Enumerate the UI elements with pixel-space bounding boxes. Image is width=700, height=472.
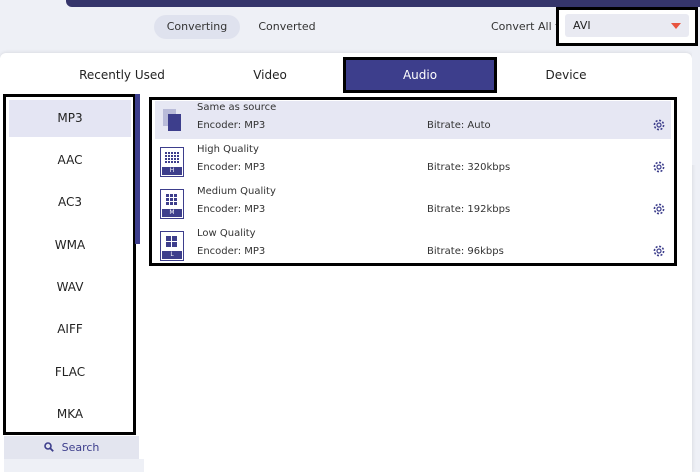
settings-gear-icon[interactable] — [652, 244, 666, 258]
preset-name: High Quality — [197, 144, 259, 155]
tab-converted[interactable]: Converted — [252, 15, 322, 39]
category-tabs: Recently Used Video Audio Device — [0, 53, 692, 93]
settings-gear-icon[interactable] — [652, 202, 666, 216]
tab-video[interactable]: Video — [214, 58, 326, 92]
quality-tag: H — [162, 167, 182, 175]
tab-recently-used[interactable]: Recently Used — [62, 58, 182, 92]
search-icon — [43, 442, 54, 452]
format-item-aiff[interactable]: AIFF — [9, 311, 131, 348]
format-item-mka[interactable]: MKA — [9, 396, 131, 433]
settings-gear-icon[interactable] — [652, 160, 666, 174]
quality-high-icon: H — [160, 147, 184, 177]
quality-tag: L — [162, 251, 182, 259]
preset-name: Low Quality — [197, 228, 256, 239]
preset-medium-quality[interactable]: M Medium Quality Encoder: MP3 Bitrate: 1… — [155, 185, 671, 223]
preset-name: Medium Quality — [197, 186, 276, 197]
search-button[interactable]: Search — [4, 436, 139, 459]
left-footer — [4, 459, 144, 472]
format-item-mp3[interactable]: MP3 — [9, 100, 131, 137]
quality-tag: M — [162, 209, 182, 217]
format-picker-panel: Recently Used Video Audio Device MP3 AAC… — [0, 53, 692, 472]
preset-high-quality[interactable]: H High Quality Encoder: MP3 Bitrate: 320… — [155, 143, 671, 181]
format-item-flac[interactable]: FLAC — [9, 354, 131, 391]
format-item-aac[interactable]: AAC — [9, 142, 131, 179]
preset-encoder: Encoder: MP3 — [197, 204, 266, 215]
audio-format-list: MP3 AAC AC3 WMA WAV AIFF FLAC MKA — [3, 94, 136, 435]
convert-all-select[interactable]: AVI — [565, 14, 689, 37]
preset-name: Same as source — [197, 102, 277, 113]
preset-list: Same as source Encoder: MP3 Bitrate: Aut… — [149, 97, 677, 266]
preset-bitrate: Bitrate: 192kbps — [427, 204, 511, 215]
panel-edge — [692, 53, 700, 165]
header-strip — [66, 0, 700, 7]
dropdown-arrow-icon[interactable] — [671, 23, 681, 29]
preset-bitrate: Bitrate: 320kbps — [427, 162, 511, 173]
preset-encoder: Encoder: MP3 — [197, 246, 266, 257]
quality-medium-icon: M — [160, 189, 184, 219]
copy-icon — [160, 105, 184, 135]
quality-low-icon: L — [160, 231, 184, 261]
tab-audio[interactable]: Audio — [343, 57, 497, 93]
preset-bitrate: Bitrate: Auto — [427, 120, 491, 131]
search-label: Search — [61, 441, 100, 454]
preset-same-as-source[interactable]: Same as source Encoder: MP3 Bitrate: Aut… — [155, 101, 671, 139]
convert-all-dropdown[interactable]: AVI — [556, 7, 698, 46]
settings-gear-icon[interactable] — [652, 118, 666, 132]
tab-device[interactable]: Device — [508, 58, 624, 92]
format-item-wav[interactable]: WAV — [9, 269, 131, 306]
format-item-wma[interactable]: WMA — [9, 227, 131, 264]
convert-all-value: AVI — [573, 19, 591, 32]
preset-encoder: Encoder: MP3 — [197, 120, 266, 131]
format-list-scrollbar[interactable] — [135, 94, 140, 244]
preset-low-quality[interactable]: L Low Quality Encoder: MP3 Bitrate: 96kb… — [155, 227, 671, 265]
preset-encoder: Encoder: MP3 — [197, 162, 266, 173]
convert-all-label: Convert All to — [491, 20, 567, 33]
format-item-ac3[interactable]: AC3 — [9, 184, 131, 221]
tab-converting[interactable]: Converting — [154, 15, 240, 39]
preset-bitrate: Bitrate: 96kbps — [427, 246, 504, 257]
